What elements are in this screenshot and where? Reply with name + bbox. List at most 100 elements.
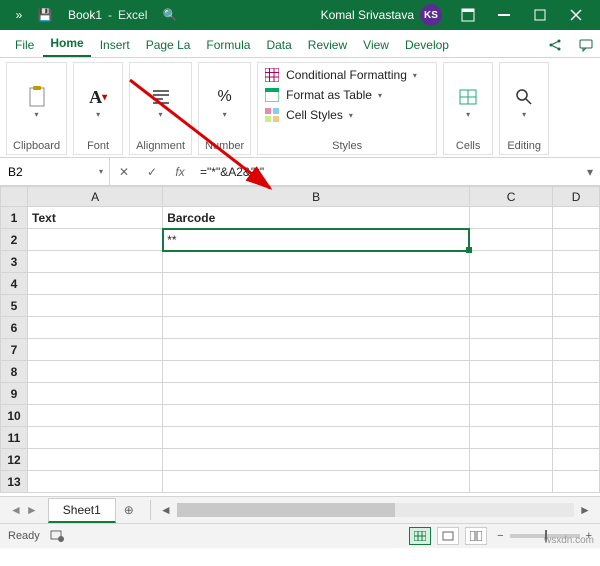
row-header[interactable]: 5 [1,295,28,317]
cell[interactable] [553,295,600,317]
cell[interactable] [553,405,600,427]
cell[interactable] [469,207,552,229]
row-header[interactable]: 13 [1,471,28,493]
name-box-input[interactable] [6,164,66,180]
cell[interactable] [469,471,552,493]
cell[interactable] [469,273,552,295]
format-as-table-button[interactable]: Format as Table▾ [264,87,430,103]
tab-developer[interactable]: Develop [398,32,456,57]
ribbon-display-icon[interactable] [450,0,486,30]
cell[interactable] [469,317,552,339]
cell[interactable] [163,405,470,427]
cell[interactable] [469,405,552,427]
cell[interactable] [28,405,163,427]
cell[interactable] [469,295,552,317]
minimize-icon[interactable] [486,0,522,30]
view-normal-icon[interactable] [409,527,431,545]
cell[interactable] [553,449,600,471]
paste-button[interactable]: ▾ [26,86,48,119]
cell[interactable] [163,339,470,361]
cell[interactable] [28,449,163,471]
formula-bar[interactable]: ="*"&A2&"*" [194,158,580,185]
cell[interactable] [553,383,600,405]
row-header[interactable]: 10 [1,405,28,427]
sheet-tab[interactable]: Sheet1 [48,498,116,523]
cell[interactable] [163,251,470,273]
cell[interactable] [163,317,470,339]
row-header[interactable]: 2 [1,229,28,251]
number-button[interactable]: %▾ [214,86,236,119]
view-page-break-icon[interactable] [465,527,487,545]
close-icon[interactable] [558,0,594,30]
view-page-layout-icon[interactable] [437,527,459,545]
cell[interactable] [553,427,600,449]
share-icon[interactable] [542,33,570,57]
cell[interactable]: Text [28,207,163,229]
worksheet-grid[interactable]: A B C D 1 Text Barcode 2 ** 3 4 5 6 7 8 … [0,186,600,496]
cell[interactable] [553,273,600,295]
scroll-left-icon[interactable]: ◄ [159,503,173,517]
macro-record-icon[interactable] [50,528,64,545]
cell[interactable] [28,339,163,361]
col-header-c[interactable]: C [469,187,552,207]
autosave-chevrons[interactable]: » [6,0,32,30]
tab-file[interactable]: File [8,32,41,57]
scroll-thumb[interactable] [177,503,395,517]
account[interactable]: Komal Srivastava KS [321,4,442,26]
cell-active[interactable]: ** [163,229,470,251]
cancel-formula-icon[interactable]: ✕ [110,165,138,179]
row-header[interactable]: 12 [1,449,28,471]
col-header-a[interactable]: A [28,187,163,207]
editing-button[interactable]: ▾ [513,86,535,119]
comments-icon[interactable] [572,33,600,57]
cell[interactable] [28,427,163,449]
cell[interactable] [28,295,163,317]
font-button[interactable]: A▾▾ [87,86,109,119]
row-header[interactable]: 1 [1,207,28,229]
cell[interactable] [28,251,163,273]
row-header[interactable]: 6 [1,317,28,339]
enter-formula-icon[interactable]: ✓ [138,165,166,179]
new-sheet-button[interactable]: ⊕ [116,503,142,517]
cell[interactable] [28,229,163,251]
expand-formula-icon[interactable]: ▾ [580,158,600,185]
sheet-next-icon[interactable]: ► [26,503,38,517]
cell[interactable] [553,339,600,361]
cell[interactable] [163,449,470,471]
chevron-down-icon[interactable]: ▾ [99,167,103,176]
cell[interactable] [28,383,163,405]
scroll-right-icon[interactable]: ► [578,503,592,517]
cell[interactable] [28,471,163,493]
name-box[interactable]: ▾ [0,158,110,185]
cell[interactable] [163,427,470,449]
zoom-out-button[interactable]: − [497,530,503,542]
row-header[interactable]: 7 [1,339,28,361]
cell[interactable] [163,273,470,295]
alignment-button[interactable]: ▾ [150,86,172,119]
search-icon[interactable]: 🔍 [157,0,183,30]
cell[interactable] [553,361,600,383]
cell[interactable] [163,383,470,405]
tab-page-layout[interactable]: Page La [139,32,198,57]
tab-data[interactable]: Data [259,32,298,57]
cell[interactable] [28,361,163,383]
row-header[interactable]: 3 [1,251,28,273]
cell[interactable] [163,361,470,383]
cell[interactable] [469,339,552,361]
select-all-corner[interactable] [1,187,28,207]
cell[interactable] [163,471,470,493]
tab-home[interactable]: Home [43,30,90,57]
cell[interactable] [469,427,552,449]
sheet-prev-icon[interactable]: ◄ [10,503,22,517]
row-header[interactable]: 8 [1,361,28,383]
save-icon[interactable]: 💾 [32,0,58,30]
fx-icon[interactable]: fx [166,165,194,179]
cell[interactable] [553,229,600,251]
cell[interactable] [553,317,600,339]
tab-formulas[interactable]: Formula [199,32,257,57]
cell[interactable] [163,295,470,317]
conditional-formatting-button[interactable]: Conditional Formatting▾ [264,67,430,83]
row-header[interactable]: 9 [1,383,28,405]
tab-view[interactable]: View [356,32,396,57]
row-header[interactable]: 4 [1,273,28,295]
